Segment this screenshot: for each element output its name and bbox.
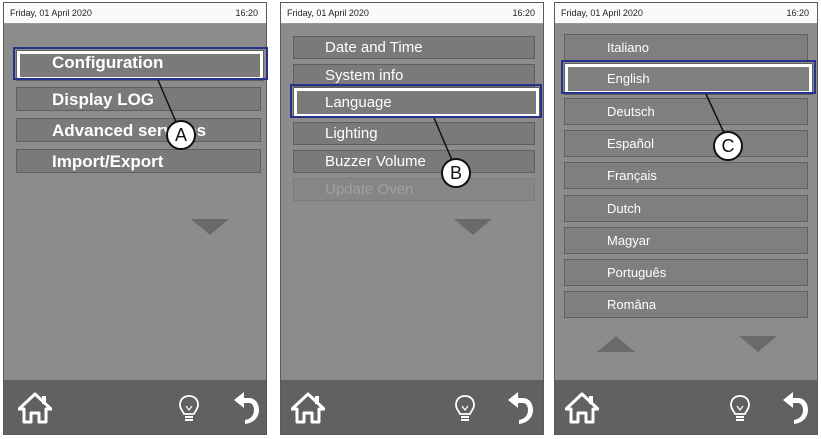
language-option-english[interactable]: English <box>564 63 813 95</box>
status-bar: Friday, 01 April 2020 16:20 <box>555 3 817 24</box>
scroll-up-arrow-icon[interactable] <box>597 336 635 352</box>
language-option-magyar[interactable]: Magyar <box>564 227 808 254</box>
scroll-down-arrow-icon[interactable] <box>191 219 229 235</box>
screen-language: Friday, 01 April 2020 16:20 Italiano Eng… <box>554 2 818 435</box>
menu-item-lighting[interactable]: Lighting <box>293 122 535 145</box>
menu-item-display-log[interactable]: Display LOG <box>16 87 261 111</box>
home-icon[interactable] <box>18 392 52 424</box>
screen-configuration: Friday, 01 April 2020 16:20 Date and Tim… <box>280 2 544 435</box>
status-date: Friday, 01 April 2020 <box>10 8 92 18</box>
bottom-bar <box>555 380 817 434</box>
bottom-bar <box>4 380 266 434</box>
status-date: Friday, 01 April 2020 <box>561 8 643 18</box>
home-icon[interactable] <box>565 392 599 424</box>
bottom-bar <box>281 380 543 434</box>
lightbulb-icon[interactable] <box>178 394 200 424</box>
back-arrow-icon[interactable] <box>781 390 809 426</box>
lightbulb-icon[interactable] <box>454 394 476 424</box>
menu-item-language[interactable]: Language <box>293 87 540 118</box>
menu-item-import-export[interactable]: Import/Export <box>16 149 261 173</box>
menu-item-system-info[interactable]: System info <box>293 64 535 87</box>
callout-marker-b: B <box>441 158 471 188</box>
language-option-italiano[interactable]: Italiano <box>564 34 808 61</box>
status-date: Friday, 01 April 2020 <box>287 8 369 18</box>
screen-main-menu: Friday, 01 April 2020 16:20 Configuratio… <box>3 2 267 435</box>
status-time: 16:20 <box>786 8 809 18</box>
scroll-down-arrow-icon[interactable] <box>739 336 777 352</box>
status-bar: Friday, 01 April 2020 16:20 <box>281 3 543 24</box>
language-option-portugues[interactable]: Português <box>564 259 808 286</box>
status-time: 16:20 <box>235 8 258 18</box>
menu-item-date-and-time[interactable]: Date and Time <box>293 36 535 59</box>
status-time: 16:20 <box>512 8 535 18</box>
language-option-dutch[interactable]: Dutch <box>564 195 808 222</box>
status-bar: Friday, 01 April 2020 16:20 <box>4 3 266 24</box>
language-option-romana[interactable]: Româna <box>564 291 808 318</box>
menu-item-advanced-services[interactable]: Advanced services <box>16 118 261 142</box>
lightbulb-icon[interactable] <box>729 394 751 424</box>
menu-item-configuration[interactable]: Configuration <box>16 50 264 81</box>
callout-marker-a: A <box>166 120 196 150</box>
home-icon[interactable] <box>291 392 325 424</box>
back-arrow-icon[interactable] <box>506 390 534 426</box>
language-option-espanol[interactable]: Español <box>564 130 808 157</box>
language-option-deutsch[interactable]: Deutsch <box>564 98 808 125</box>
menu-item-update-oven: Update Oven <box>293 178 535 201</box>
back-arrow-icon[interactable] <box>232 390 260 426</box>
scroll-down-arrow-icon[interactable] <box>454 219 492 235</box>
callout-marker-c: C <box>713 131 743 161</box>
language-option-francais[interactable]: Français <box>564 162 808 189</box>
menu-item-buzzer-volume[interactable]: Buzzer Volume <box>293 150 535 173</box>
